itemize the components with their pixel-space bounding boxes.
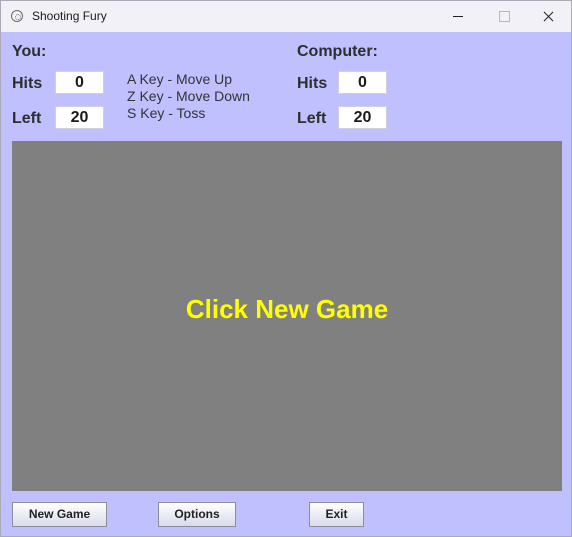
computer-hits-label: Hits [297,75,328,92]
instruction-line: S Key - Toss [127,105,206,121]
window-title: Shooting Fury [32,9,107,23]
close-icon[interactable] [525,1,571,32]
player-left-field: 20 [55,106,104,129]
maximize-icon[interactable] [481,1,527,32]
minimize-icon[interactable] [435,1,481,32]
new-game-button[interactable]: New Game [12,502,107,527]
title-bar[interactable]: Shooting Fury [1,1,571,32]
options-button[interactable]: Options [158,502,236,527]
exit-button[interactable]: Exit [309,502,364,527]
game-canvas[interactable]: Click New Game [12,141,562,491]
app-icon [11,10,23,22]
player-left-label: Left [12,110,42,127]
computer-hits-field: 0 [338,71,387,94]
player-hits-label: Hits [12,75,43,92]
instruction-line: Z Key - Move Down [127,88,250,104]
app-window: Shooting Fury You: Hits 0 Left 20 A Key … [0,0,572,537]
player-heading: You: [12,43,47,60]
key-instructions: A Key - Move Up Z Key - Move Down S Key … [127,71,250,122]
instruction-line: A Key - Move Up [127,71,233,87]
game-message: Click New Game [185,294,389,324]
computer-left-label: Left [297,110,327,127]
computer-heading: Computer: [297,43,378,60]
player-hits-field: 0 [55,71,104,94]
computer-left-field: 20 [338,106,387,129]
